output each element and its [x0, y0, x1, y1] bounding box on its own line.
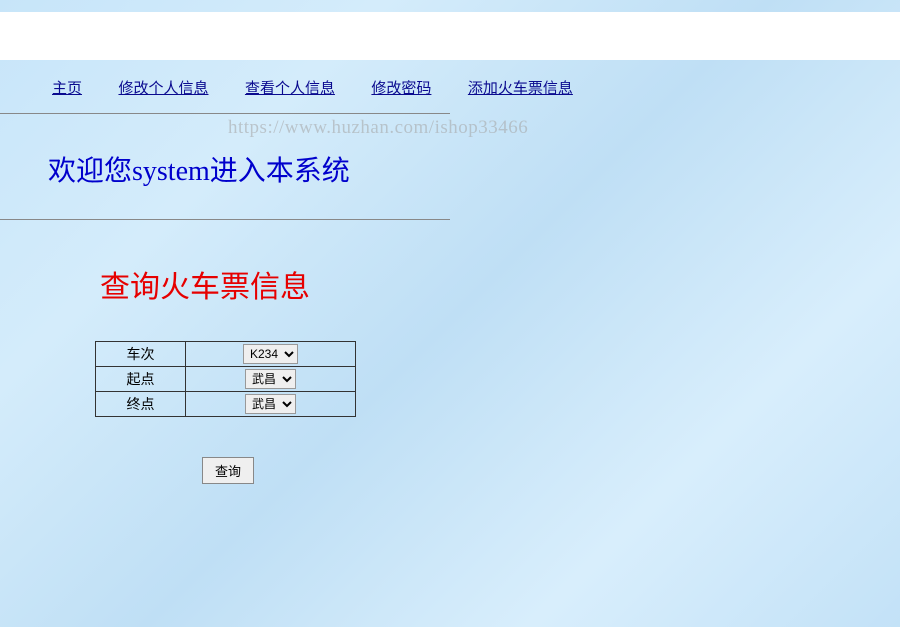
footer-white-bar [0, 627, 900, 641]
query-button[interactable]: 查询 [202, 457, 254, 484]
label-start: 起点 [96, 367, 186, 392]
nav-view-profile[interactable]: 查看个人信息 [245, 80, 335, 97]
query-table: 车次 K234 起点 武昌 终点 武昌 [95, 341, 356, 417]
row-start: 起点 武昌 [96, 367, 356, 392]
nav-home[interactable]: 主页 [52, 80, 82, 97]
select-start[interactable]: 武昌 [245, 369, 296, 389]
label-train: 车次 [96, 342, 186, 367]
nav-bar: 主页 修改个人信息 查看个人信息 修改密码 添加火车票信息 [0, 60, 900, 113]
cell-end-select: 武昌 [186, 392, 356, 417]
nav-change-password[interactable]: 修改密码 [371, 80, 431, 97]
welcome-heading: 欢迎您system进入本系统 [0, 114, 900, 219]
query-button-wrap: 查询 [202, 457, 900, 484]
nav-edit-profile[interactable]: 修改个人信息 [118, 80, 208, 97]
select-train[interactable]: K234 [243, 344, 298, 364]
row-train: 车次 K234 [96, 342, 356, 367]
cell-train-select: K234 [186, 342, 356, 367]
nav-add-ticket[interactable]: 添加火车票信息 [468, 80, 573, 97]
section-title: 查询火车票信息 [0, 220, 900, 341]
select-end[interactable]: 武昌 [245, 394, 296, 414]
header-white-bar [0, 12, 900, 60]
label-end: 终点 [96, 392, 186, 417]
cell-start-select: 武昌 [186, 367, 356, 392]
row-end: 终点 武昌 [96, 392, 356, 417]
